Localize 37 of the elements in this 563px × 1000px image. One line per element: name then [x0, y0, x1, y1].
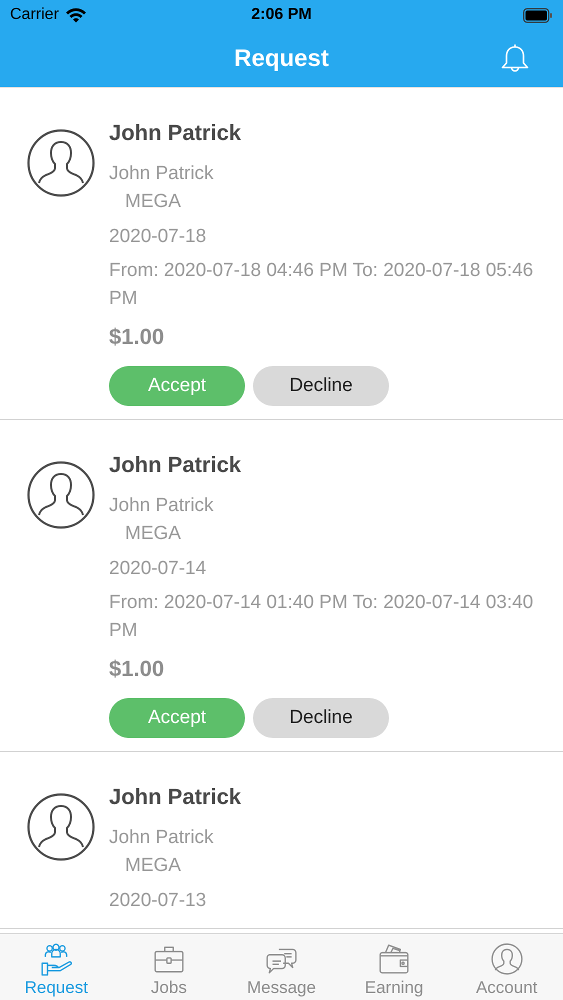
requester-name: John Patrick	[109, 119, 242, 147]
clock-time: 2:06 PM	[251, 6, 312, 23]
requester-name: John Patrick	[109, 783, 242, 811]
company-name: MEGA	[124, 190, 181, 214]
price: $1.00	[109, 655, 164, 683]
tab-item[interactable]: Account	[450, 934, 563, 1000]
time-range: From: 2020-07-18 04:46 PM To: 2020-07-18 05:46 PM	[109, 259, 534, 311]
decline-button[interactable]: Decline	[253, 366, 389, 406]
customer-name: John Patrick	[109, 826, 214, 850]
tab-item[interactable]: Earning	[338, 934, 450, 1000]
customer-name: John Patrick	[109, 162, 214, 186]
carrier-label: Carrier	[10, 6, 59, 24]
wallet-icon	[377, 942, 412, 976]
requester-name: John Patrick	[109, 451, 242, 479]
tab-item[interactable]: Message	[225, 934, 338, 1000]
accept-button[interactable]: Accept	[109, 366, 245, 406]
request-date: 2020-07-14	[109, 557, 206, 581]
decline-button[interactable]: Decline	[253, 698, 389, 738]
company-name: MEGA	[124, 854, 181, 878]
people-hand-icon	[39, 942, 74, 976]
person-circle-icon	[490, 942, 524, 976]
customer-name: John Patrick	[109, 494, 214, 518]
screen-title: Request	[234, 44, 329, 72]
request-date: 2020-07-18	[109, 225, 206, 249]
tab-item[interactable]: Jobs	[112, 934, 226, 1000]
accept-button[interactable]: Accept	[109, 698, 245, 738]
avatar-icon	[27, 793, 95, 861]
price: $1.00	[109, 323, 164, 351]
avatar-icon	[27, 129, 95, 197]
time-range: From: 2020-07-14 01:40 PM To: 2020-07-14 03:40 PM	[109, 591, 534, 643]
tab-item[interactable]: Request	[0, 934, 113, 1000]
bell-icon[interactable]	[499, 42, 531, 74]
wifi-icon	[64, 7, 87, 23]
avatar-icon	[27, 461, 95, 529]
company-name: MEGA	[124, 522, 181, 546]
battery-icon	[523, 8, 553, 22]
request-date: 2020-07-13	[109, 889, 206, 913]
